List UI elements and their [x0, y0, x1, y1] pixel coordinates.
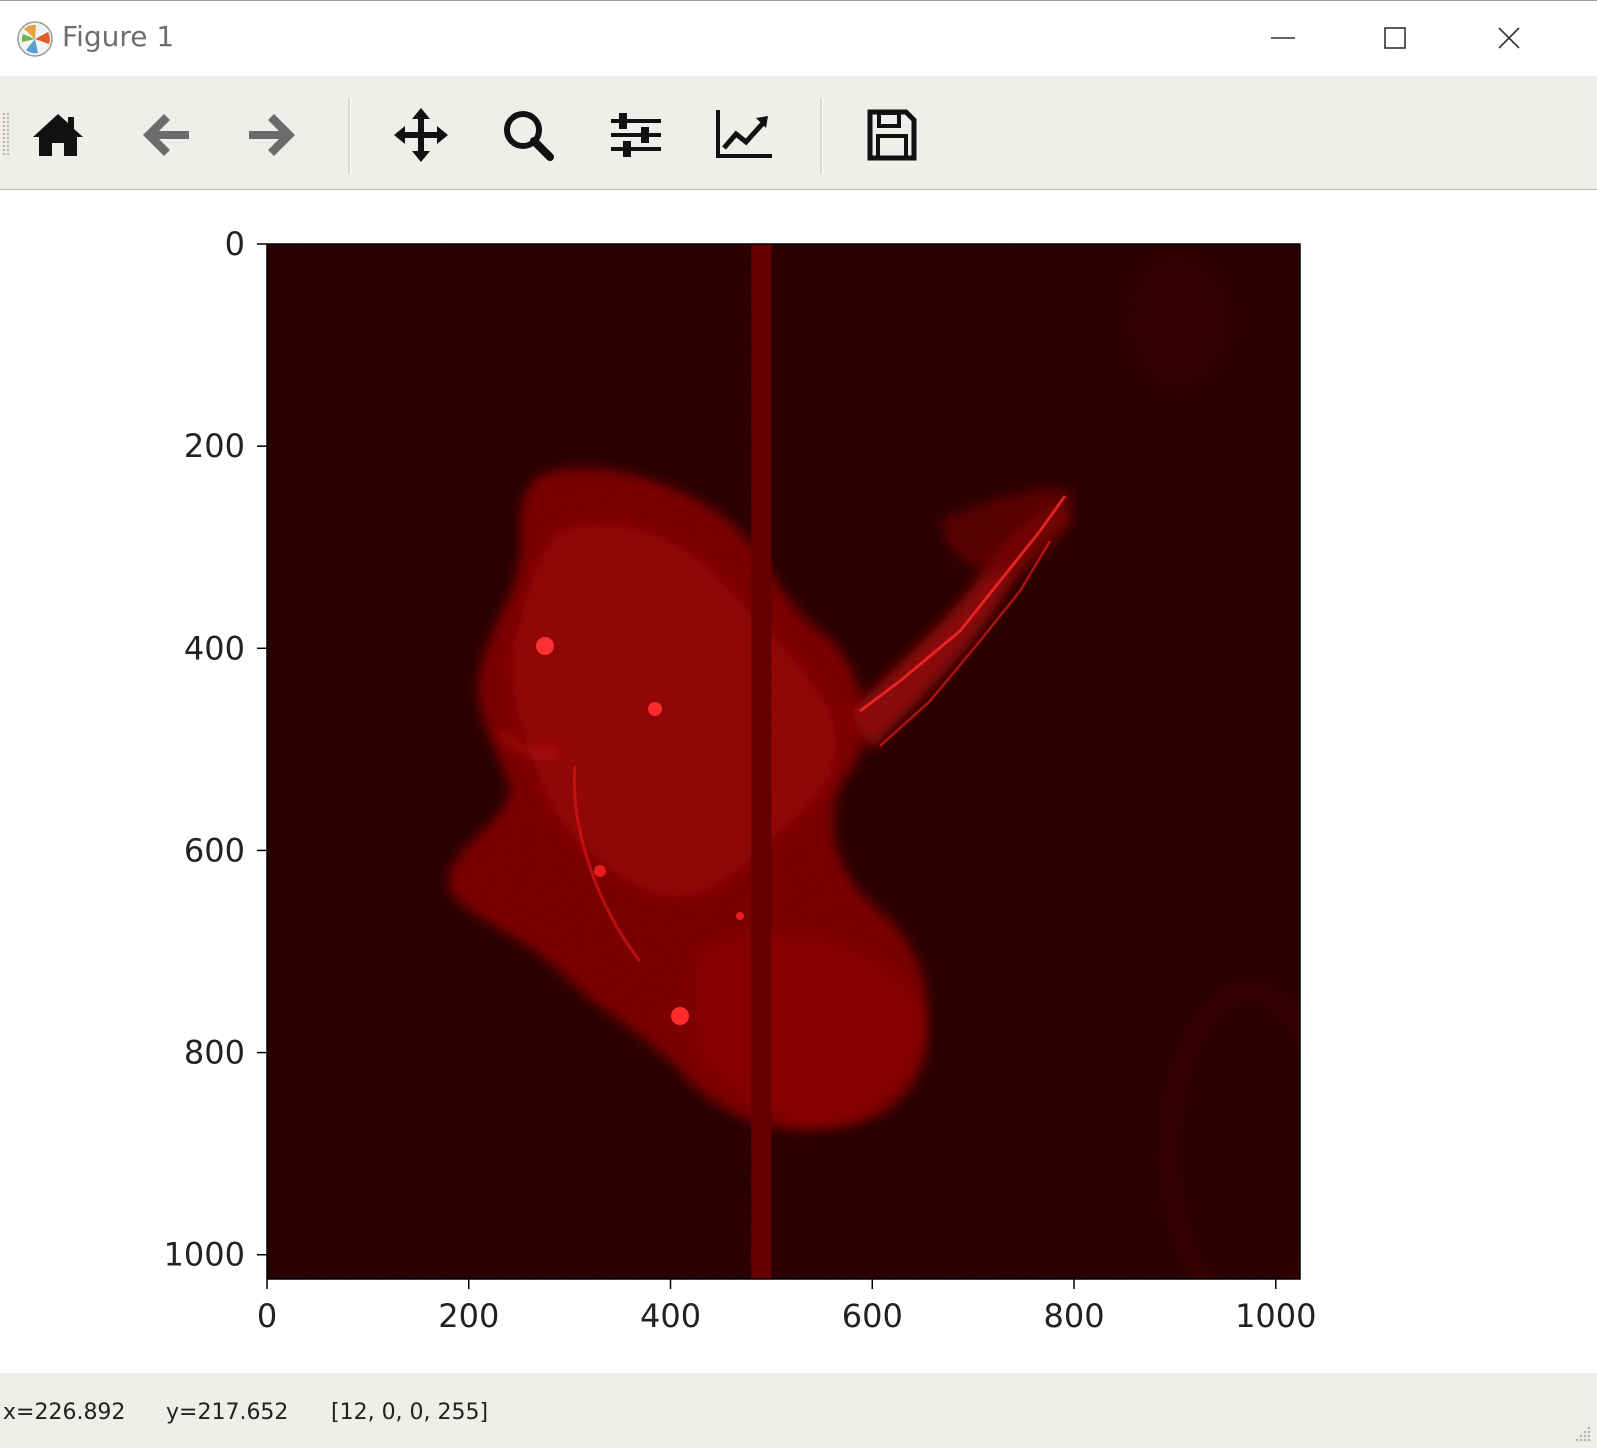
configure-subplots-button[interactable]	[598, 96, 674, 174]
home-icon	[33, 114, 83, 156]
x-tick-label: 600	[842, 1297, 903, 1335]
status-x-coordinate: x=226.892	[3, 1400, 126, 1425]
image-content	[267, 244, 1300, 1279]
x-tick-label: 800	[1043, 1297, 1104, 1335]
toolbar-grip[interactable]	[2, 112, 10, 156]
home-button[interactable]	[20, 96, 96, 174]
save-button[interactable]	[854, 96, 930, 174]
close-button[interactable]	[1474, 10, 1544, 66]
y-tick-label: 1000	[164, 1236, 245, 1274]
x-tick-label: 1000	[1235, 1297, 1316, 1335]
line-chart-icon	[716, 110, 772, 158]
y-tick-label: 0	[225, 225, 245, 263]
toolbar-separator	[348, 98, 351, 174]
zoom-button[interactable]	[490, 96, 566, 174]
arrow-left-icon	[143, 114, 189, 156]
title-bar	[0, 0, 1597, 76]
toolbar-separator	[820, 98, 823, 174]
magnifier-icon	[504, 111, 554, 161]
minimize-icon	[1271, 37, 1295, 39]
y-tick-label: 800	[184, 1034, 245, 1072]
floppy-disk-icon	[867, 109, 917, 161]
vertical-stripe	[751, 244, 772, 1279]
close-icon	[1498, 27, 1520, 49]
figure-canvas[interactable]: 0 200 400 600 800 1000 0 200 400 600 800 1000	[0, 191, 1597, 1373]
resize-grip-icon[interactable]	[1571, 1422, 1593, 1444]
maximize-button[interactable]	[1360, 10, 1430, 66]
status-y-coordinate: y=217.652	[166, 1400, 289, 1425]
y-tick-label: 200	[184, 427, 245, 465]
image-plot[interactable]: 0 200 400 600 800 1000 0 200 400 600 800 1000	[0, 191, 1597, 1373]
sliders-icon	[611, 113, 661, 157]
pan-button[interactable]	[383, 96, 459, 174]
x-tick-label: 200	[438, 1297, 499, 1335]
x-tick-label: 400	[640, 1297, 701, 1335]
status-pixel-value: [12, 0, 0, 255]	[331, 1400, 489, 1425]
image-axes[interactable]	[266, 243, 1330, 1311]
x-tick-label: 0	[257, 1297, 277, 1335]
move-icon	[394, 108, 448, 162]
back-button[interactable]	[128, 96, 204, 174]
minimize-button[interactable]	[1248, 10, 1318, 66]
edit-axis-button[interactable]	[706, 96, 782, 174]
x-axis: 0 200 400 600 800 1000	[257, 1279, 1317, 1335]
y-tick-label: 400	[184, 629, 245, 667]
forward-button[interactable]	[234, 96, 310, 174]
maximize-icon	[1384, 27, 1406, 49]
matplotlib-logo-icon	[17, 21, 53, 57]
window-title: Figure 1	[62, 20, 175, 53]
arrow-right-icon	[249, 114, 295, 156]
y-tick-label: 600	[184, 831, 245, 869]
y-axis: 0 200 400 600 800 1000	[164, 225, 267, 1274]
